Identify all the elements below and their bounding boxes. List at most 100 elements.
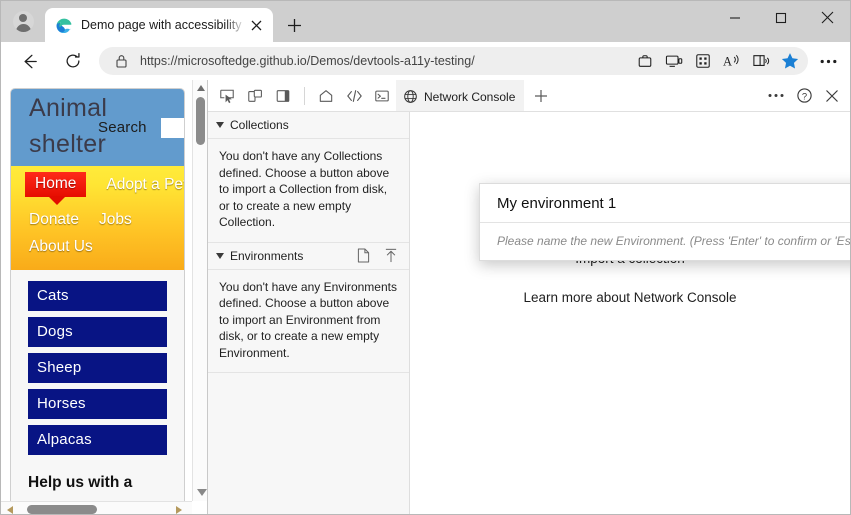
home-icon[interactable] <box>312 83 340 109</box>
new-file-icon[interactable] <box>354 247 372 265</box>
tab-strip: Demo page with accessibility issues <box>1 1 850 42</box>
section-header-environments[interactable]: Environments <box>208 243 409 270</box>
horizontal-scroll-thumb[interactable] <box>27 505 97 514</box>
window-minimize-button[interactable] <box>712 1 758 34</box>
animal-button-dogs[interactable]: Dogs <box>28 317 167 347</box>
web-page-viewport: Animal shelter Search Home Adopt a Pet D… <box>1 80 208 514</box>
search-input[interactable] <box>161 118 184 138</box>
svg-text:A: A <box>723 54 732 68</box>
section-header-collections[interactable]: Collections <box>208 112 409 139</box>
devtools-help-button[interactable]: ? <box>790 83 818 109</box>
new-tab-button[interactable] <box>277 8 311 42</box>
devtools-sidebar: Collections You don't have any Collectio… <box>208 112 410 514</box>
profile-button[interactable] <box>1 1 45 42</box>
screen-cast-icon[interactable] <box>659 48 688 74</box>
console-prompt-icon[interactable] <box>368 83 396 109</box>
code-brackets-icon[interactable] <box>340 83 368 109</box>
omnibox-actions: A <box>630 48 804 74</box>
star-filled-icon[interactable] <box>775 48 804 74</box>
scroll-right-arrow[interactable] <box>176 506 182 514</box>
environment-name-input[interactable] <box>480 184 850 222</box>
devtools-close-button[interactable] <box>818 83 846 109</box>
animal-button-sheep[interactable]: Sheep <box>28 353 167 383</box>
link-learn-more-network-console[interactable]: Learn more about Network Console <box>523 290 736 305</box>
window-close-button[interactable] <box>804 1 850 34</box>
animal-button-alpacas[interactable]: Alpacas <box>28 425 167 455</box>
tab-network-console[interactable]: Network Console <box>396 80 525 111</box>
refresh-button[interactable] <box>56 46 90 76</box>
lock-icon[interactable] <box>111 54 131 68</box>
tab-close-button[interactable] <box>245 14 267 36</box>
chevron-down-icon <box>216 252 224 259</box>
page-vertical-scrollbar[interactable] <box>192 80 207 501</box>
address-bar[interactable]: https://microsoftedge.github.io/Demos/de… <box>99 47 808 75</box>
section-title-environments: Environments <box>230 248 304 263</box>
briefcase-icon[interactable] <box>630 48 659 74</box>
inspect-element-icon[interactable] <box>213 83 241 109</box>
ellipsis-icon <box>820 59 836 63</box>
window-maximize-button[interactable] <box>758 1 804 34</box>
environment-name-hint: Please name the new Environment. (Press … <box>480 222 850 260</box>
dock-side-icon[interactable] <box>269 83 297 109</box>
search-label: Search <box>98 119 147 136</box>
site-header: Animal shelter Search <box>11 89 184 166</box>
nav-link-adopt-a-pet[interactable]: Adopt a Pet <box>106 176 184 194</box>
browser-tab[interactable]: Demo page with accessibility issues <box>45 8 273 42</box>
close-icon <box>821 11 833 24</box>
import-upload-icon[interactable] <box>382 247 400 265</box>
tab-network-console-label: Network Console <box>424 89 516 104</box>
help-heading: Help us with a <box>28 474 133 491</box>
animal-button-cats[interactable]: Cats <box>28 281 167 311</box>
toolbar-divider <box>304 86 305 105</box>
devtools-panel: Network Console ? Collections You don't … <box>208 80 850 514</box>
edge-logo-icon <box>55 17 72 34</box>
plus-icon <box>535 89 548 102</box>
help-circle-icon: ? <box>796 88 812 103</box>
back-button[interactable] <box>12 46 46 76</box>
browser-settings-more-button[interactable] <box>812 46 844 76</box>
content-area: Animal shelter Search Home Adopt a Pet D… <box>1 80 850 514</box>
environment-name-prompt: Please name the new Environment. (Press … <box>479 183 850 261</box>
account-avatar-icon <box>12 11 34 32</box>
devtools-new-tab-button[interactable] <box>528 83 554 109</box>
browser-toolbar: https://microsoftedge.github.io/Demos/de… <box>1 42 850 80</box>
environments-empty-message: You don't have any Environments defined.… <box>208 269 409 373</box>
grid-apps-icon[interactable] <box>688 48 717 74</box>
environments-actions <box>354 247 400 265</box>
svg-text:?: ? <box>801 91 806 102</box>
nav-row-1: Home Adopt a Pet <box>11 171 184 205</box>
nav-row-2: Donate Jobs <box>11 206 184 233</box>
read-aloud-icon[interactable]: A <box>717 48 746 74</box>
devtools-body: Collections You don't have any Collectio… <box>208 112 850 514</box>
site-body: Cats Dogs Sheep Horses Alpacas Help us w… <box>11 270 184 501</box>
nav-row-3: About Us <box>11 233 184 260</box>
site-title: Animal shelter <box>29 94 108 158</box>
nav-link-about-us[interactable]: About Us <box>29 238 93 256</box>
chevron-down-icon <box>216 122 224 128</box>
close-icon <box>826 89 838 102</box>
nav-link-home[interactable]: Home <box>25 172 87 205</box>
minimize-icon <box>730 16 740 19</box>
immersive-reader-icon[interactable] <box>746 48 775 74</box>
animal-button-horses[interactable]: Horses <box>28 389 167 419</box>
devtools-more-tools-button[interactable] <box>762 83 790 109</box>
device-emulation-icon[interactable] <box>241 83 269 109</box>
window-controls <box>712 1 850 42</box>
plus-icon <box>287 18 301 32</box>
ellipsis-icon <box>768 94 784 97</box>
scroll-left-arrow[interactable] <box>7 506 13 514</box>
page-horizontal-scrollbar[interactable] <box>1 501 192 514</box>
url-input[interactable]: https://microsoftedge.github.io/Demos/de… <box>131 54 630 68</box>
globe-icon <box>404 90 417 103</box>
collections-empty-message: You don't have any Collections defined. … <box>208 139 409 243</box>
nav-link-jobs[interactable]: Jobs <box>99 211 132 229</box>
scroll-up-arrow[interactable] <box>196 85 205 91</box>
scroll-down-arrow[interactable] <box>196 489 207 496</box>
devtools-toolbar-right: ? <box>762 83 850 109</box>
site-navigation: Home Adopt a Pet Donate Jobs About Us <box>11 166 184 270</box>
vertical-scroll-thumb[interactable] <box>196 97 205 145</box>
nav-link-donate[interactable]: Donate <box>29 211 79 229</box>
maximize-icon <box>775 12 787 23</box>
refresh-icon <box>66 52 80 68</box>
web-page-content: Animal shelter Search Home Adopt a Pet D… <box>1 80 192 501</box>
